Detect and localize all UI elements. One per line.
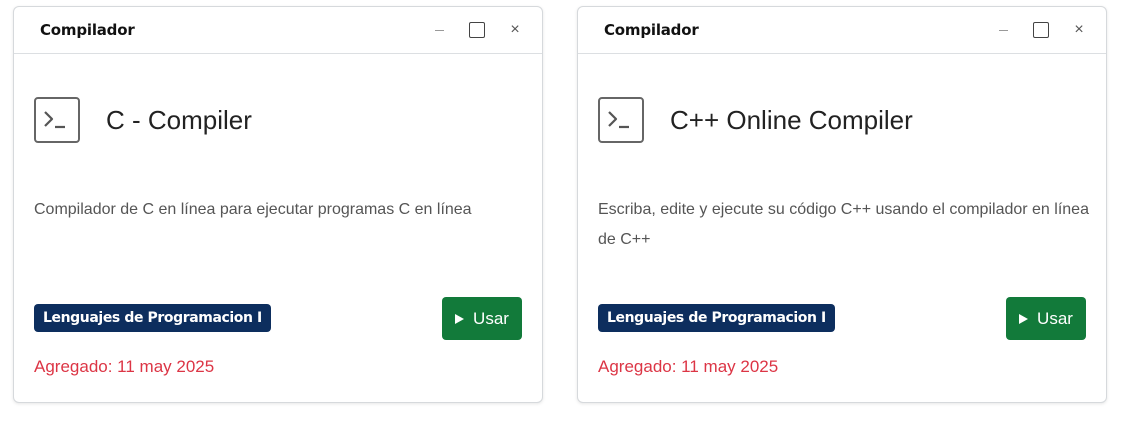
maximize-icon xyxy=(1033,22,1049,38)
window-titlebar: Compilador × xyxy=(578,7,1106,54)
app-header: C - Compiler xyxy=(34,97,252,143)
added-date: Agregado: 11 may 2025 xyxy=(34,357,215,376)
maximize-button[interactable] xyxy=(464,17,490,43)
tool-card-c-compiler: Compilador × C - Compiler Compilador de … xyxy=(13,6,543,403)
maximize-button[interactable] xyxy=(1028,17,1054,43)
terminal-icon xyxy=(598,97,644,143)
app-description: Escriba, edite y ejecute su código C++ u… xyxy=(598,201,1089,248)
window-title: Compilador xyxy=(40,21,135,39)
category-badge: Lenguajes de Programacion I xyxy=(34,304,271,332)
close-icon: × xyxy=(510,21,520,38)
minimize-button[interactable] xyxy=(990,17,1016,43)
window-controls: × xyxy=(978,17,1092,43)
minimize-button[interactable] xyxy=(426,17,452,43)
maximize-icon xyxy=(469,22,485,38)
minimize-icon xyxy=(998,29,1008,31)
close-button[interactable]: × xyxy=(502,17,528,43)
app-name: C - Compiler xyxy=(106,104,252,135)
terminal-icon xyxy=(34,97,80,143)
app-name: C++ Online Compiler xyxy=(670,104,913,135)
use-button[interactable]: Usar xyxy=(442,297,522,340)
close-button[interactable]: × xyxy=(1066,17,1092,43)
category-badge: Lenguajes de Programacion I xyxy=(598,304,835,332)
app-description: Compilador de C en línea para ejecutar p… xyxy=(34,201,472,218)
use-button-label: Usar xyxy=(473,308,509,328)
play-icon xyxy=(1019,313,1029,324)
use-button-label: Usar xyxy=(1037,308,1073,328)
close-icon: × xyxy=(1074,21,1084,38)
window-controls: × xyxy=(414,17,528,43)
use-button[interactable]: Usar xyxy=(1006,297,1086,340)
window-title: Compilador xyxy=(604,21,699,39)
play-icon xyxy=(455,313,465,324)
app-header: C++ Online Compiler xyxy=(598,97,913,143)
minimize-icon xyxy=(434,29,444,31)
window-titlebar: Compilador × xyxy=(14,7,542,54)
added-date: Agregado: 11 may 2025 xyxy=(598,357,779,376)
tool-card-cpp-compiler: Compilador × C++ Online Compiler Escriba… xyxy=(577,6,1107,403)
